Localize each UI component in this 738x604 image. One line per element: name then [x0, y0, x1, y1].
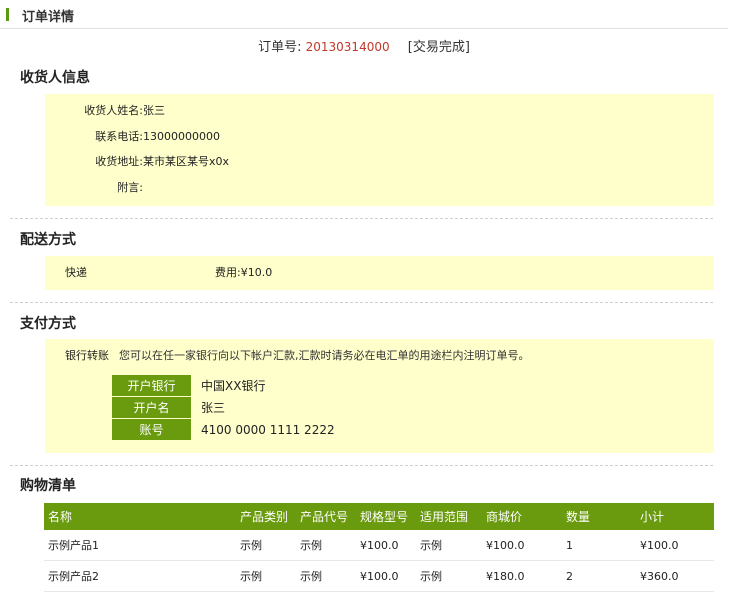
- receiver-note-label: 附言:: [117, 181, 143, 194]
- receiver-section-title: 收货人信息: [20, 70, 90, 86]
- cart-table: 名称 产品类别 产品代号 规格型号 适用范围 商城价 数量 小计 示例产品1 示…: [44, 503, 714, 592]
- col-subtotal: 小计: [636, 503, 714, 530]
- receiver-phone-row: 联系电话:13000000000: [45, 127, 220, 147]
- account-holder-label: 开户名: [112, 396, 191, 419]
- bank-account-table: 开户银行 中国XX银行 开户名 张三 账号 4100 0000 1111 222…: [112, 375, 401, 441]
- section-divider: [10, 218, 713, 219]
- order-number: 20130314000: [305, 40, 390, 54]
- col-price: 商城价: [482, 503, 562, 530]
- bank-name-value: 中国XX银行: [191, 375, 401, 397]
- product-name: 示例产品2: [44, 560, 236, 592]
- account-number-value: 4100 0000 1111 2222: [191, 418, 401, 441]
- account-number-label: 账号: [112, 418, 191, 441]
- table-row: 示例产品2 示例 示例 ¥100.0 示例 ¥180.0 2 ¥360.0: [44, 560, 714, 592]
- order-summary: 订单号: 20130314000 [交易完成]: [0, 36, 728, 55]
- product-price: ¥180.0: [482, 560, 562, 592]
- header-accent-bar: [6, 8, 9, 21]
- payment-info-box: 银行转账 您可以在任一家银行向以下帐户汇款,汇款时请务必在电汇单的用途栏内注明订单…: [45, 339, 714, 453]
- receiver-address-label: 收货地址:: [95, 155, 143, 168]
- payment-note: 您可以在任一家银行向以下帐户汇款,汇款时请务必在电汇单的用途栏内注明订单号。: [119, 349, 530, 362]
- page-title: 订单详情: [22, 10, 75, 25]
- bank-name-label: 开户银行: [112, 375, 191, 397]
- product-subtotal: ¥100.0: [636, 530, 714, 561]
- bank-row-bank: 开户银行 中国XX银行: [112, 375, 401, 397]
- col-scope: 适用范围: [416, 503, 482, 530]
- receiver-address-value: 某市某区某号x0x: [143, 155, 230, 168]
- col-spec: 规格型号: [356, 503, 416, 530]
- receiver-address-row: 收货地址:某市某区某号x0x: [45, 152, 229, 172]
- col-name: 名称: [44, 503, 236, 530]
- payment-section-title: 支付方式: [20, 316, 76, 332]
- page-header: 订单详情: [0, 0, 728, 29]
- order-number-label: 订单号:: [258, 40, 302, 55]
- cart-header-row: 名称 产品类别 产品代号 规格型号 适用范围 商城价 数量 小计: [44, 503, 714, 530]
- product-scope: 示例: [416, 560, 482, 592]
- order-status: [交易完成]: [407, 40, 470, 55]
- section-divider: [10, 465, 713, 466]
- delivery-method: 快递: [65, 266, 87, 279]
- receiver-name-value: 张三: [143, 104, 165, 117]
- col-category: 产品类别: [236, 503, 296, 530]
- receiver-phone-value: 13000000000: [143, 130, 220, 143]
- col-quantity: 数量: [562, 503, 636, 530]
- product-spec: ¥100.0: [356, 560, 416, 592]
- payment-method: 银行转账: [65, 349, 109, 362]
- bank-row-account: 账号 4100 0000 1111 2222: [112, 418, 401, 441]
- section-divider: [10, 302, 713, 303]
- table-row: 示例产品1 示例 示例 ¥100.0 示例 ¥100.0 1 ¥100.0: [44, 530, 714, 561]
- bank-row-holder: 开户名 张三: [112, 396, 401, 419]
- product-category: 示例: [236, 530, 296, 561]
- receiver-name-label: 收货人姓名:: [84, 104, 143, 117]
- delivery-fee-value: ¥10.0: [240, 266, 273, 279]
- cart-section-title: 购物清单: [20, 478, 76, 494]
- col-code: 产品代号: [296, 503, 356, 530]
- delivery-fee: 费用:¥10.0: [215, 263, 272, 283]
- receiver-phone-label: 联系电话:: [95, 130, 143, 143]
- payment-method-row: 银行转账 您可以在任一家银行向以下帐户汇款,汇款时请务必在电汇单的用途栏内注明订单…: [65, 346, 530, 366]
- product-subtotal: ¥360.0: [636, 560, 714, 592]
- delivery-section-title: 配送方式: [20, 232, 76, 248]
- delivery-fee-label: 费用:: [215, 266, 241, 279]
- product-quantity: 2: [562, 560, 636, 592]
- product-price: ¥100.0: [482, 530, 562, 561]
- product-code: 示例: [296, 530, 356, 561]
- delivery-info-box: 快递 费用:¥10.0: [45, 256, 714, 290]
- product-spec: ¥100.0: [356, 530, 416, 561]
- receiver-name-row: 收货人姓名:张三: [45, 101, 165, 121]
- account-holder-value: 张三: [191, 396, 401, 419]
- product-name: 示例产品1: [44, 530, 236, 561]
- product-code: 示例: [296, 560, 356, 592]
- product-category: 示例: [236, 560, 296, 592]
- receiver-note-row: 附言:: [45, 178, 143, 198]
- product-scope: 示例: [416, 530, 482, 561]
- product-quantity: 1: [562, 530, 636, 561]
- receiver-info-box: 收货人姓名:张三 联系电话:13000000000 收货地址:某市某区某号x0x…: [45, 94, 714, 206]
